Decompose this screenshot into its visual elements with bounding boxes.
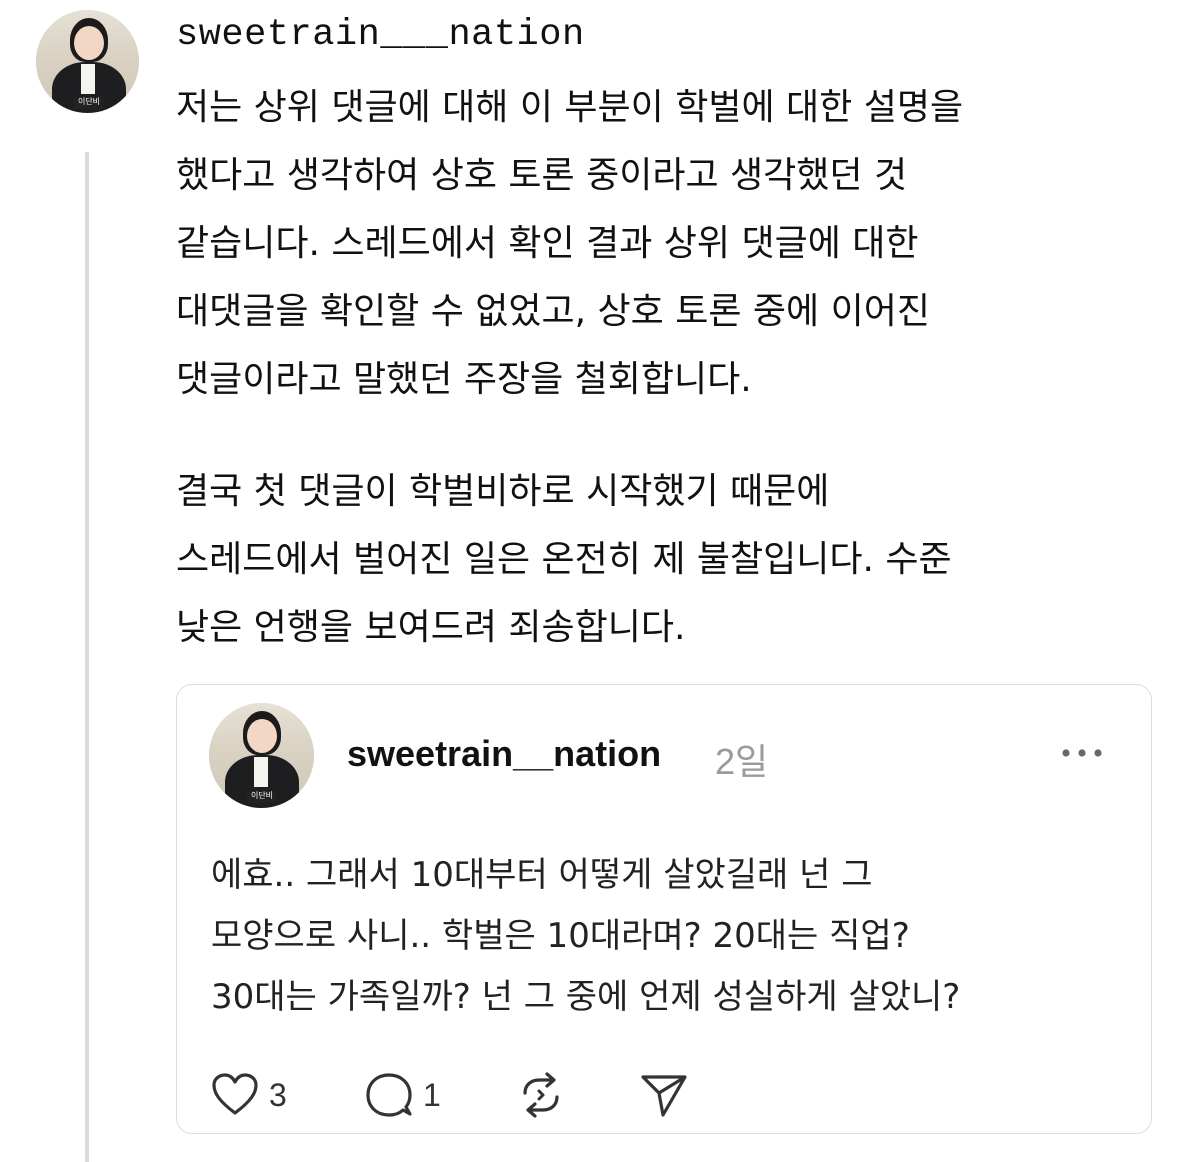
text-line: 에효.. 그래서 10대부터 어떻게 살았길래 넌 그 [211, 855, 873, 895]
text-line: 낮은 언행을 보여드려 죄송합니다. [176, 607, 686, 648]
text-line: 했다고 생각하여 상호 토론 중이라고 생각했던 것 [176, 155, 908, 196]
reply-button[interactable]: 1 [365, 1065, 441, 1125]
thread-line [85, 152, 89, 1162]
quoted-avatar[interactable]: 이단비 [209, 703, 314, 808]
post-paragraph-1: 저는 상위 댓글에 대해 이 부분이 학벌에 대한 설명을 했다고 생각하여 상… [176, 74, 1176, 414]
repost-icon [523, 1072, 559, 1118]
text-line: 댓글이라고 말했던 주장을 철회합니다. [176, 359, 752, 400]
more-icon[interactable] [1057, 743, 1107, 763]
quoted-post-card[interactable]: 이단비 sweetrain__nation 2일 에효.. 그래서 10대부터 … [176, 684, 1152, 1134]
text-line: 스레드에서 벌어진 일은 온전히 제 불찰입니다. 수준 [176, 539, 952, 580]
text-line: 모양으로 사니.. 학벌은 10대라며? 20대는 직업? [211, 916, 910, 956]
text-line: 같습니다. 스레드에서 확인 결과 상위 댓글에 대한 [176, 223, 919, 264]
heart-icon [212, 1073, 258, 1115]
share-button[interactable] [639, 1065, 689, 1125]
post-username[interactable]: sweetrain___nation [176, 14, 585, 56]
comment-icon [366, 1073, 412, 1117]
like-count: 3 [269, 1076, 287, 1113]
post-paragraph-2: 결국 첫 댓글이 학벌비하로 시작했기 때문에 스레드에서 벌어진 일은 온전히… [176, 458, 1176, 662]
repost-button[interactable] [517, 1065, 565, 1125]
avatar-nameplate: 이단비 [250, 791, 274, 800]
quoted-username[interactable]: sweetrain__nation [347, 733, 661, 775]
reply-count: 1 [423, 1076, 441, 1113]
quoted-timestamp: 2일 [715, 741, 769, 782]
avatar-nameplate: 이단비 [77, 97, 101, 106]
avatar[interactable]: 이단비 [36, 10, 139, 113]
like-button[interactable]: 3 [211, 1065, 287, 1125]
text-line: 저는 상위 댓글에 대해 이 부분이 학벌에 대한 설명을 [176, 87, 964, 128]
text-line: 30대는 가족일까? 넌 그 중에 언제 성실하게 살았니? [211, 977, 961, 1017]
quoted-post-text: 에효.. 그래서 10대부터 어떻게 살았길래 넌 그 모양으로 사니.. 학벌… [211, 845, 1131, 1028]
share-icon [641, 1075, 687, 1117]
text-line: 결국 첫 댓글이 학벌비하로 시작했기 때문에 [176, 471, 830, 512]
text-line: 대댓글을 확인할 수 없었고, 상호 토론 중에 이어진 [176, 291, 930, 332]
